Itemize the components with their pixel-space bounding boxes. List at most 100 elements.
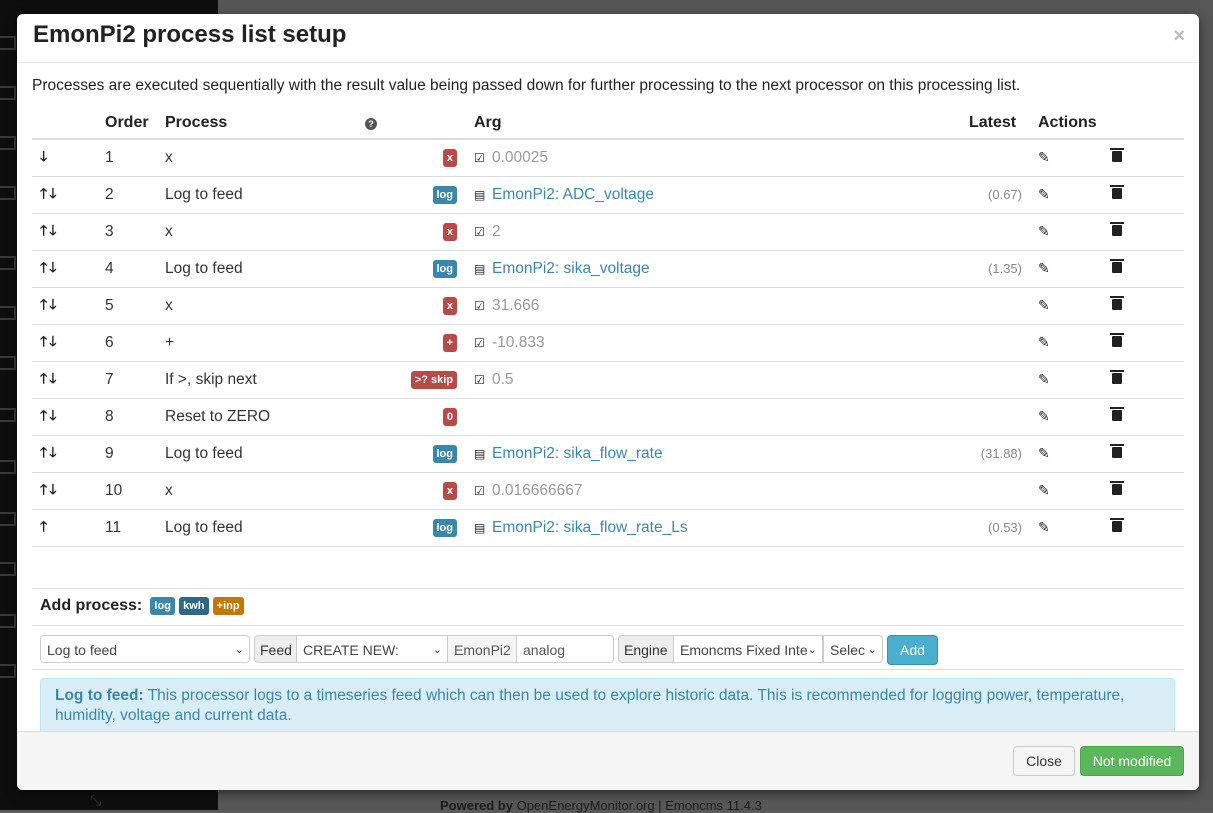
feed-name-input[interactable]: analog bbox=[516, 635, 614, 663]
close-icon[interactable]: × bbox=[1173, 25, 1185, 48]
arg-feed-link[interactable]: EmonPi2: sika_flow_rate bbox=[492, 445, 663, 462]
move-down-icon[interactable]: 🡓 bbox=[49, 220, 56, 244]
row-badge-cell: >? skip bbox=[365, 361, 474, 399]
edit-value-icon[interactable]: ☑ bbox=[474, 151, 488, 165]
move-down-icon[interactable]: 🡓 bbox=[49, 368, 56, 392]
move-down-icon[interactable]: 🡓 bbox=[49, 405, 56, 429]
row-badge-cell: x bbox=[365, 287, 474, 325]
row-arrows: 🡑 🡓 bbox=[32, 324, 105, 362]
table-row: 🡑 🡓 6 + + ☑ -10.833 ✎ bbox=[32, 324, 1184, 362]
move-up-icon[interactable]: 🡑 bbox=[40, 183, 47, 207]
move-up-icon[interactable]: 🡑 bbox=[40, 442, 47, 466]
feed-select[interactable]: CREATE NEW: ⌄ bbox=[296, 635, 448, 663]
divider bbox=[32, 588, 1184, 589]
trash-icon[interactable] bbox=[1110, 148, 1124, 162]
pencil-icon[interactable]: ✎ bbox=[1038, 482, 1050, 499]
pencil-icon[interactable]: ✎ bbox=[1038, 149, 1050, 166]
add-badge-inp[interactable]: +inp bbox=[212, 597, 244, 616]
trash-icon[interactable] bbox=[1110, 259, 1124, 273]
move-up-icon[interactable]: 🡑 bbox=[40, 479, 47, 503]
table-row: 🡑 🡓 8 Reset to ZERO 0 ✎ bbox=[32, 398, 1184, 436]
row-latest bbox=[969, 472, 1038, 510]
process-badge: log bbox=[432, 444, 457, 463]
pencil-icon[interactable]: ✎ bbox=[1038, 408, 1050, 425]
trash-icon[interactable] bbox=[1110, 481, 1124, 495]
row-arg: ▤ EmonPi2: sika_voltage bbox=[474, 250, 969, 288]
move-up-icon[interactable]: 🡑 bbox=[40, 220, 47, 244]
help-icon[interactable]: ? bbox=[365, 118, 377, 130]
modal-footer: Close Not modified bbox=[17, 731, 1199, 790]
pencil-icon[interactable]: ✎ bbox=[1038, 519, 1050, 536]
move-up-icon[interactable]: 🡑 bbox=[40, 331, 47, 355]
row-edit: ✎ bbox=[1038, 324, 1112, 362]
latest-value: (0.67) bbox=[988, 187, 1022, 202]
move-down-icon[interactable]: 🡓 bbox=[49, 479, 56, 503]
pencil-icon[interactable]: ✎ bbox=[1038, 445, 1050, 462]
header-empty bbox=[1112, 108, 1184, 140]
row-arrows: 🡑 🡓 bbox=[32, 435, 105, 473]
arg-value: 31.666 bbox=[492, 297, 540, 314]
pencil-icon[interactable]: ✎ bbox=[1038, 334, 1050, 351]
move-down-icon[interactable]: 🡓 bbox=[49, 183, 56, 207]
move-up-icon[interactable]: 🡑 bbox=[40, 368, 47, 392]
add-badge-kwh[interactable]: kwh bbox=[179, 597, 209, 616]
feed-tag-input[interactable]: EmonPi2 bbox=[447, 635, 517, 663]
row-delete bbox=[1110, 472, 1184, 510]
pencil-icon[interactable]: ✎ bbox=[1038, 260, 1050, 277]
pencil-icon[interactable]: ✎ bbox=[1038, 297, 1050, 314]
move-up-icon[interactable]: 🡑 bbox=[40, 516, 47, 540]
row-order: 11 bbox=[105, 509, 165, 547]
save-status-button[interactable]: Not modified bbox=[1080, 746, 1184, 776]
trash-icon[interactable] bbox=[1110, 185, 1124, 199]
move-down-icon[interactable]: 🡓 bbox=[49, 257, 56, 281]
modal-body: Processes are executed sequentially with… bbox=[17, 63, 1199, 731]
process-badge: >? skip bbox=[410, 370, 457, 389]
row-arg: ☑ 0.5 bbox=[474, 361, 969, 399]
edit-value-icon[interactable]: ☑ bbox=[474, 484, 488, 498]
edit-value-icon[interactable]: ☑ bbox=[474, 299, 488, 313]
row-arg: ▤ EmonPi2: sika_flow_rate bbox=[474, 435, 969, 473]
row-badge-cell: x bbox=[365, 139, 474, 177]
header-actions: Actions bbox=[1038, 108, 1112, 140]
move-up-icon[interactable]: 🡑 bbox=[40, 294, 47, 318]
trash-icon[interactable] bbox=[1110, 222, 1124, 236]
edit-value-icon[interactable]: ☑ bbox=[474, 373, 488, 387]
footer-version: | Emoncms 11.4.3 bbox=[658, 798, 762, 813]
move-down-icon[interactable]: 🡓 bbox=[49, 442, 56, 466]
trash-icon[interactable] bbox=[1110, 444, 1124, 458]
move-up-icon[interactable]: 🡑 bbox=[40, 405, 47, 429]
add-button[interactable]: Add bbox=[887, 635, 938, 665]
arg-feed-link[interactable]: EmonPi2: sika_voltage bbox=[492, 260, 650, 277]
row-order: 4 bbox=[105, 250, 165, 288]
row-latest: (0.53) bbox=[969, 509, 1038, 547]
interval-select[interactable]: Selec ⌄ bbox=[823, 635, 883, 663]
table-row: 🡑 🡓 9 Log to feed log ▤ EmonPi2: sika_flow_rat… bbox=[32, 435, 1184, 473]
move-down-icon[interactable]: 🡓 bbox=[49, 331, 56, 355]
trash-icon[interactable] bbox=[1110, 518, 1124, 532]
pencil-icon[interactable]: ✎ bbox=[1038, 371, 1050, 388]
chevron-down-icon: ⌄ bbox=[432, 644, 442, 656]
row-latest bbox=[969, 139, 1038, 177]
add-badge-log[interactable]: log bbox=[150, 597, 175, 616]
trash-icon[interactable] bbox=[1110, 370, 1124, 384]
trash-icon[interactable] bbox=[1110, 296, 1124, 310]
close-button[interactable]: Close bbox=[1013, 746, 1075, 776]
pencil-icon[interactable]: ✎ bbox=[1038, 223, 1050, 240]
edit-value-icon[interactable]: ☑ bbox=[474, 225, 488, 239]
row-order: 5 bbox=[105, 287, 165, 325]
move-down-icon[interactable]: 🡓 bbox=[49, 294, 56, 318]
process-select[interactable]: Log to feed ⌄ bbox=[40, 635, 250, 663]
move-down-icon[interactable]: 🡓 bbox=[40, 146, 47, 170]
row-arrows: 🡓 bbox=[32, 139, 105, 177]
engine-select[interactable]: Emoncms Fixed Inte ⌄ bbox=[673, 635, 823, 663]
pencil-icon[interactable]: ✎ bbox=[1038, 186, 1050, 203]
trash-icon[interactable] bbox=[1110, 407, 1124, 421]
arg-feed-link[interactable]: EmonPi2: ADC_voltage bbox=[492, 186, 654, 203]
row-order: 3 bbox=[105, 213, 165, 251]
interval-select-value: Selec bbox=[830, 642, 866, 658]
edit-value-icon[interactable]: ☑ bbox=[474, 336, 488, 350]
move-up-icon[interactable]: 🡑 bbox=[40, 257, 47, 281]
trash-icon[interactable] bbox=[1110, 333, 1124, 347]
arg-feed-link[interactable]: EmonPi2: sika_flow_rate_Ls bbox=[492, 519, 688, 536]
row-process: Log to feed bbox=[165, 435, 365, 473]
